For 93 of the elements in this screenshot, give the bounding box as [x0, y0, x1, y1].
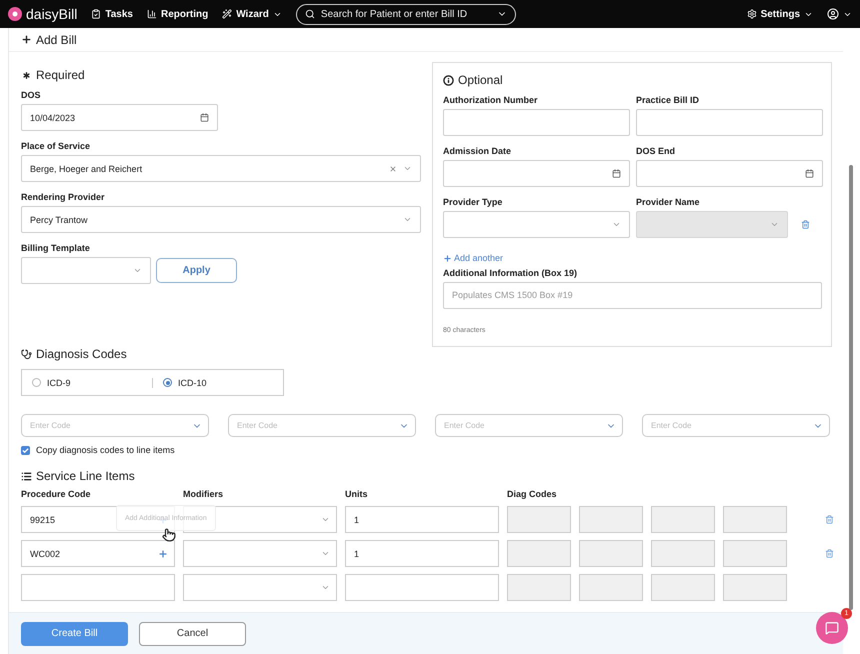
trash-icon[interactable] [825, 514, 834, 524]
stethoscope-icon [21, 348, 32, 360]
field-label: Practice Bill ID [636, 95, 700, 105]
nav-item-icon [146, 9, 157, 19]
chevron-down-icon [321, 515, 330, 524]
code-set-option[interactable]: ICD-9 [22, 378, 152, 388]
text-field[interactable] [636, 109, 823, 136]
logo[interactable]: daisyBill [8, 6, 78, 22]
diag-code-field [579, 506, 643, 533]
page-title: Add Bill [36, 32, 77, 46]
diag-code-field [651, 574, 715, 601]
search-field[interactable]: Search for Patient or enter Bill ID [296, 4, 516, 24]
select-field[interactable]: Berge, Hoeger and Reichert [21, 155, 421, 182]
nav-item[interactable]: Tasks [91, 8, 133, 20]
select-field[interactable]: Percy Trantow [21, 206, 421, 233]
calendar-icon [612, 169, 621, 178]
field-label: Provider Name [636, 197, 701, 207]
units-field[interactable]: 1 [345, 506, 499, 533]
user-menu[interactable] [827, 8, 852, 20]
column-header: Modifiers [183, 489, 224, 499]
copy-codes-checkbox[interactable]: Copy diagnosis codes to line items [21, 445, 831, 455]
chevron-down-icon [403, 164, 412, 173]
units-field[interactable] [345, 574, 499, 601]
field-label: DOS End [636, 146, 676, 156]
chevron-down-icon [612, 220, 621, 229]
chevron-down-icon [770, 220, 779, 229]
settings-menu[interactable]: Settings [746, 8, 814, 20]
flower-icon [8, 7, 22, 21]
user-icon [827, 8, 840, 20]
clear-icon [389, 164, 397, 172]
chevron-down-icon [321, 583, 330, 592]
section-title: Service Line Items [36, 469, 135, 483]
check-icon [22, 446, 29, 454]
diag-code-field [723, 574, 787, 601]
diag-code-field [651, 540, 715, 567]
date-field[interactable] [443, 160, 630, 187]
diag-code-field [507, 574, 571, 601]
diag-code-field [651, 506, 715, 533]
diag-code-field [507, 540, 571, 567]
nav-item-icon [222, 9, 232, 19]
diag-code-field [579, 574, 643, 601]
chat-icon [825, 621, 839, 635]
field-label: Admission Date [443, 146, 512, 156]
calendar-icon [200, 113, 209, 122]
column-header: Procedure Code [21, 489, 92, 499]
chevron-down-icon [403, 215, 412, 224]
list-icon [21, 470, 32, 482]
settings-icon [746, 9, 757, 19]
scrollbar[interactable] [849, 165, 853, 610]
hand-cursor-icon [162, 528, 176, 542]
field-label: DOS [21, 90, 42, 100]
diag-code-field [723, 506, 787, 533]
add-info-icon[interactable] [158, 548, 168, 558]
field-label: Additional Information (Box 19) [443, 268, 578, 278]
modifier-select[interactable] [183, 574, 337, 601]
calendar-icon [805, 169, 814, 178]
modifier-select[interactable] [183, 540, 337, 567]
units-field[interactable]: 1 [345, 540, 499, 567]
plus-icon [21, 34, 32, 45]
date-field[interactable] [636, 160, 823, 187]
procedure-code-field[interactable] [21, 574, 175, 601]
nav-item-icon [91, 9, 102, 19]
plus-icon [443, 254, 452, 262]
field-label: Provider Type [443, 197, 504, 207]
field-label: Authorization Number [443, 95, 538, 105]
date-field[interactable]: 10/04/2023 [21, 104, 218, 131]
chevron-down-icon [321, 549, 330, 558]
asterisk-icon [21, 70, 32, 80]
column-header: Diag Codes [507, 489, 558, 499]
column-header: Units [345, 489, 368, 499]
section-title: Diagnosis Codes [36, 347, 127, 361]
info-icon [443, 74, 454, 86]
code-set-option[interactable]: ICD-10 [152, 378, 283, 388]
diag-code-field [579, 540, 643, 567]
section-title: Required [36, 68, 85, 82]
nav-item[interactable]: Wizard [222, 8, 282, 20]
nav-item[interactable]: Reporting [146, 8, 208, 20]
select-field[interactable] [443, 211, 630, 238]
add-another-link[interactable]: Add another [443, 253, 504, 263]
diag-code-field [507, 506, 571, 533]
diag-code-field [723, 540, 787, 567]
cancel-button[interactable]: Cancel [139, 622, 246, 646]
text-field[interactable] [443, 109, 630, 136]
field-label: Rendering Provider [21, 192, 106, 202]
section-title: Optional [458, 73, 503, 87]
field-label: Billing Template [21, 243, 91, 253]
select-field[interactable] [21, 257, 151, 284]
trash-icon[interactable] [825, 548, 834, 558]
apply-button[interactable]: Apply [156, 258, 237, 283]
search-icon [304, 9, 315, 19]
procedure-code-field[interactable]: WC002 [21, 540, 175, 567]
chevron-down-icon [133, 266, 142, 275]
field-label: Place of Service [21, 141, 92, 151]
